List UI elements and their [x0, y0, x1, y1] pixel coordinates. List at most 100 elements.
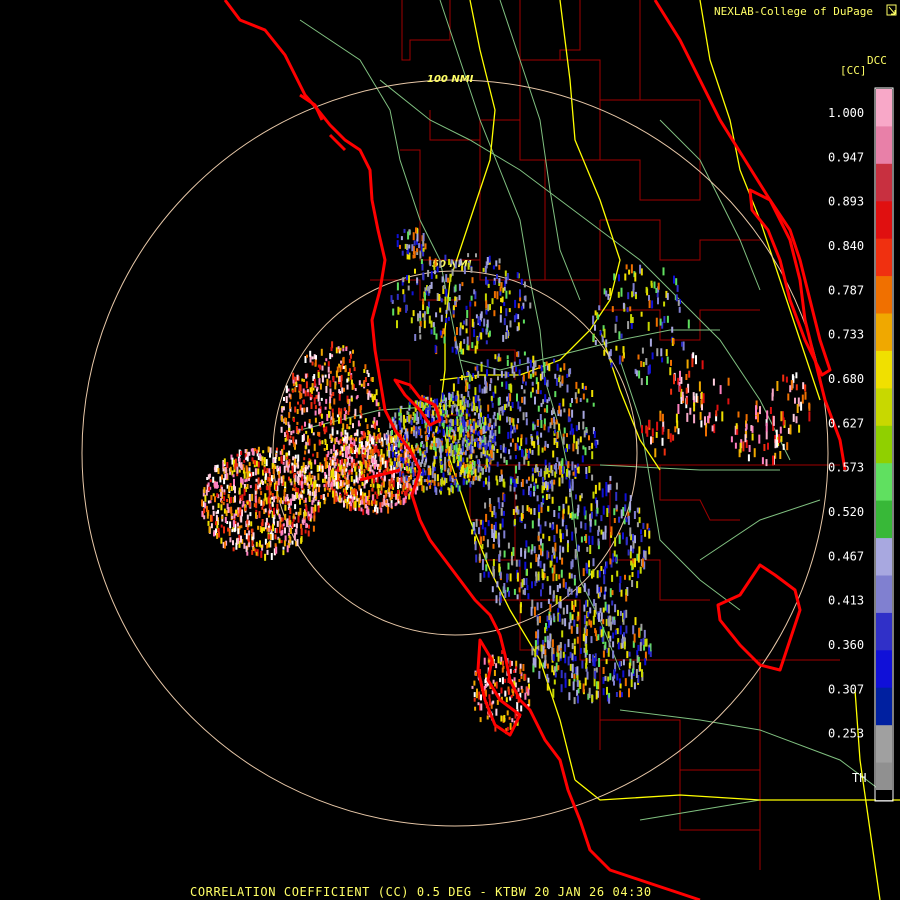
radar-echo: [527, 546, 530, 553]
radar-echo: [667, 429, 670, 439]
radar-echo: [323, 457, 326, 462]
radar-echo: [561, 618, 564, 625]
radar-echo: [360, 441, 363, 448]
radar-echo: [480, 451, 483, 458]
radar-echo: [342, 345, 345, 349]
radar-echo: [632, 625, 635, 635]
radar-echo: [527, 371, 530, 379]
radar-echo: [471, 318, 474, 327]
radar-echo: [632, 660, 635, 670]
radar-echo: [251, 457, 254, 462]
radar-echo: [576, 695, 579, 702]
radar-echo: [255, 449, 258, 454]
radar-echo: [444, 398, 447, 403]
radar-echo: [551, 546, 554, 553]
radar-echo: [334, 382, 337, 390]
radar-echo: [545, 361, 548, 366]
radar-echo: [402, 277, 405, 283]
radar-echo: [486, 359, 489, 368]
radar-echo: [512, 418, 515, 427]
radar-echo: [363, 433, 366, 439]
radar-echo: [416, 233, 419, 242]
radar-echo: [486, 257, 489, 265]
radar-echo: [539, 615, 541, 623]
radar-echo: [591, 695, 594, 702]
radar-echo: [569, 651, 572, 658]
radar-echo: [205, 505, 208, 512]
radar-echo: [481, 442, 484, 446]
radar-echo: [282, 461, 285, 465]
radar-echo: [343, 458, 346, 464]
radar-echo: [399, 467, 402, 472]
radar-echo: [569, 513, 572, 519]
radar-echo: [348, 455, 351, 459]
radar-echo: [344, 368, 347, 372]
radar-echo: [633, 633, 636, 643]
radar-echo: [413, 432, 415, 437]
radar-echo: [292, 487, 294, 491]
radar-echo: [562, 436, 565, 445]
radar-echo: [300, 481, 303, 489]
radar-echo: [545, 494, 548, 500]
radar-echo: [248, 494, 251, 501]
radar-echo: [482, 426, 485, 434]
radar-echo: [602, 619, 605, 625]
radar-echo: [615, 692, 618, 697]
radar-echo: [242, 500, 245, 506]
radar-echo: [338, 416, 340, 424]
radar-echo: [214, 465, 217, 473]
radar-echo: [537, 405, 540, 412]
radar-echo: [502, 287, 505, 293]
radar-echo: [576, 666, 579, 676]
radar-echo: [313, 443, 316, 451]
radar-echo: [473, 402, 476, 411]
radar-echo: [360, 431, 363, 434]
radar-echo: [458, 485, 461, 492]
radar-echo: [439, 307, 442, 313]
radar-echo: [517, 437, 519, 443]
radar-echo: [325, 398, 328, 404]
radar-echo: [493, 368, 496, 376]
radar-echo: [454, 426, 457, 432]
radar-echo: [299, 508, 302, 516]
radar-echo: [427, 475, 430, 479]
radar-echo: [308, 474, 311, 482]
radar-echo: [586, 398, 589, 403]
radar-echo: [702, 393, 705, 404]
radar-echo: [505, 697, 508, 703]
radar-echo: [518, 369, 521, 376]
radar-echo: [276, 496, 279, 503]
radar-echo: [552, 594, 555, 602]
radar-echo: [484, 465, 487, 469]
radar-echo: [261, 506, 264, 510]
radar-echo: [730, 436, 733, 443]
radar-echo: [244, 530, 246, 535]
radar-echo: [501, 409, 504, 416]
radar-echo: [640, 623, 643, 631]
radar-echo: [319, 422, 322, 427]
radar-echo: [589, 519, 592, 527]
radar-echo: [554, 542, 557, 552]
radar-echo: [350, 475, 353, 482]
radar-echo: [246, 514, 249, 520]
radar-echo: [297, 476, 300, 484]
radar-echo: [530, 508, 533, 515]
radar-echo: [427, 434, 430, 438]
radar-echo: [523, 281, 526, 288]
radar-echo: [509, 320, 512, 328]
radar-echo: [401, 250, 404, 256]
radar-echo: [316, 465, 319, 472]
radar-echo: [618, 661, 621, 668]
radar-echo: [341, 453, 344, 458]
radar-echo: [522, 664, 525, 671]
radar-echo: [419, 334, 422, 340]
radar-echo: [609, 288, 612, 296]
radar-echo: [557, 665, 560, 671]
radar-echo: [424, 470, 427, 476]
radar-echo: [561, 477, 564, 484]
radar-echo: [411, 244, 414, 252]
radar-echo: [526, 585, 529, 590]
radar-echo: [571, 663, 574, 673]
radar-echo: [369, 464, 372, 470]
radar-echo: [534, 360, 537, 368]
